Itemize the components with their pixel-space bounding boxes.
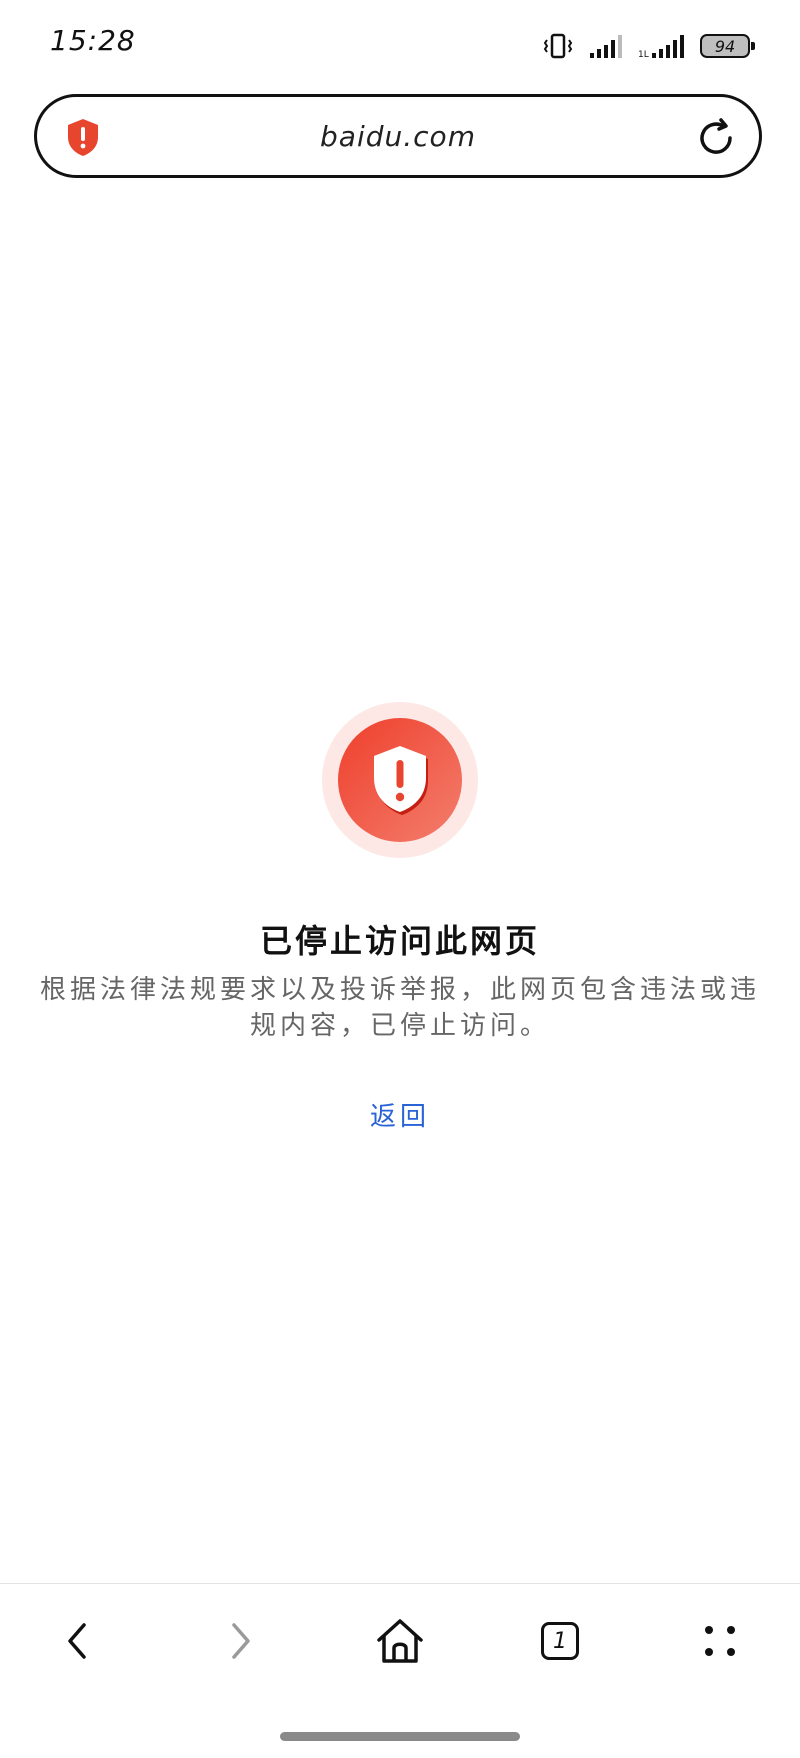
back-icon: [68, 1623, 86, 1659]
menu-icon: [705, 1626, 735, 1656]
address-bar[interactable]: baidu.com: [34, 94, 762, 178]
home-indicator[interactable]: [280, 1732, 520, 1741]
status-icons: 1L 94: [542, 28, 755, 64]
url-text[interactable]: baidu.com: [320, 120, 476, 153]
warning-badge: [322, 702, 478, 858]
status-bar: 15:28 1L 94: [0, 0, 800, 90]
signal-icon-2: 1L: [638, 35, 684, 59]
forward-icon: [232, 1623, 250, 1659]
battery-level: 94: [714, 36, 736, 56]
status-time: 15:28: [50, 24, 136, 57]
back-button[interactable]: 返回: [0, 1096, 800, 1133]
tabs-nav-button[interactable]: 1: [528, 1609, 592, 1673]
page-title: 已停止访问此网页: [259, 922, 540, 960]
bottom-nav: 1: [0, 1584, 800, 1694]
forward-nav-button[interactable]: [208, 1609, 272, 1673]
home-nav-button[interactable]: [368, 1609, 432, 1673]
svg-text:1L: 1L: [638, 50, 649, 59]
warning-description: 根据法律法规要求以及投诉举报，此网页包含违法或违规内容，已停止访问。: [40, 975, 761, 1041]
home-icon: [377, 1619, 423, 1663]
tab-count: 1: [553, 1628, 567, 1654]
back-nav-button[interactable]: [46, 1609, 110, 1673]
refresh-icon[interactable]: [695, 117, 737, 159]
vibrate-icon: [543, 33, 573, 59]
menu-nav-button[interactable]: [688, 1609, 752, 1673]
warning-shield-icon: [322, 702, 478, 858]
tabs-icon: 1: [541, 1622, 579, 1660]
signal-icon: [590, 35, 622, 58]
warning-shield-icon[interactable]: [65, 117, 101, 157]
battery-icon: 94: [700, 34, 755, 58]
